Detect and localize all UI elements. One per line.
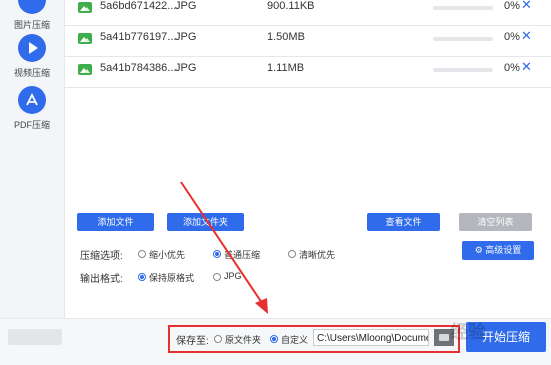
compress-options-label: 压缩选项: <box>80 251 123 262</box>
save-path-input[interactable]: C:\Users\Mloong\Docume <box>313 329 429 346</box>
progress-bar <box>433 37 493 41</box>
add-file-button[interactable]: 添加文件 <box>77 213 154 231</box>
close-icon[interactable]: ✕ <box>521 59 532 75</box>
view-file-button[interactable]: 查看文件 <box>367 213 440 231</box>
file-name: 5a41b784386... <box>100 62 177 74</box>
sidebar-item-label: PDF压缩 <box>13 120 50 130</box>
file-row[interactable]: 5a6bd671422... JPG 900.11KB 0% ✕ <box>64 0 551 26</box>
radio-format-jpg[interactable] <box>213 273 221 281</box>
progress-percent: 0% <box>504 62 520 74</box>
progress-percent: 0% <box>504 31 520 43</box>
close-icon[interactable]: ✕ <box>521 28 532 44</box>
image-file-icon <box>78 2 92 13</box>
radio-label: 清晰优先 <box>299 250 336 260</box>
radio-label: 保持原格式 <box>149 273 195 283</box>
file-size: 1.11MB <box>267 62 305 74</box>
sidebar-item-label: 视频压缩 <box>13 68 50 78</box>
radio-save-custom[interactable] <box>270 335 278 343</box>
arrow-head <box>255 298 268 314</box>
progress-bar <box>433 6 493 10</box>
radio-compress-clear[interactable] <box>288 250 296 258</box>
file-size: 1.50MB <box>267 31 305 43</box>
file-list: 5a6bd671422... JPG 900.11KB 0% ✕ 5a41b77… <box>64 0 551 200</box>
file-row[interactable]: 5a41b776197... JPG 1.50MB 0% ✕ <box>64 25 551 57</box>
clear-list-button[interactable]: 清空列表 <box>459 213 532 231</box>
sidebar-item-video-compress[interactable]: 视频压缩 <box>0 34 64 79</box>
pdf-icon <box>18 86 46 114</box>
watermark: 经验 <box>450 322 486 342</box>
gear-icon: ⚙ <box>474 245 486 255</box>
sidebar-item-image-compress[interactable]: 图片压缩 <box>0 0 64 31</box>
radio-format-keep[interactable] <box>138 273 146 281</box>
progress-bar <box>433 68 493 72</box>
radio-label: JPG <box>224 271 242 281</box>
play-icon <box>18 34 46 62</box>
radio-label: 普通压缩 <box>224 250 261 260</box>
arrow-line <box>180 181 265 307</box>
advanced-settings-button[interactable]: ⚙ 高级设置 <box>462 241 534 260</box>
save-to-label: 保存至: <box>176 336 209 347</box>
image-compress-icon <box>18 0 46 14</box>
output-format-label: 输出格式: <box>80 274 123 285</box>
file-name: 5a41b776197... <box>100 31 177 43</box>
file-name: 5a6bd671422... <box>100 0 177 12</box>
sidebar-item-pdf-compress[interactable]: PDF压缩 <box>0 86 64 131</box>
close-icon[interactable]: ✕ <box>521 0 532 13</box>
add-folder-button[interactable]: 添加文件夹 <box>167 213 244 231</box>
radio-label: 缩小优先 <box>149 250 186 260</box>
sidebar-item-label: 图片压缩 <box>13 20 50 30</box>
blurred-area <box>8 329 62 345</box>
file-type: JPG <box>175 62 197 74</box>
sidebar: 图片压缩 视频压缩 PDF压缩 <box>0 0 65 364</box>
file-type: JPG <box>175 31 197 43</box>
progress-percent: 0% <box>504 0 520 12</box>
radio-label: 原文件夹 <box>225 335 262 345</box>
image-file-icon <box>78 64 92 75</box>
radio-label: 自定义 <box>281 335 309 345</box>
radio-compress-normal[interactable] <box>213 250 221 258</box>
radio-compress-smaller[interactable] <box>138 250 146 258</box>
advanced-settings-label: 高级设置 <box>485 245 522 255</box>
file-row[interactable]: 5a41b784386... JPG 1.11MB 0% ✕ <box>64 56 551 88</box>
image-file-icon <box>78 33 92 44</box>
file-type: JPG <box>175 0 197 12</box>
radio-save-original[interactable] <box>214 335 222 343</box>
file-size: 900.11KB <box>267 0 315 12</box>
